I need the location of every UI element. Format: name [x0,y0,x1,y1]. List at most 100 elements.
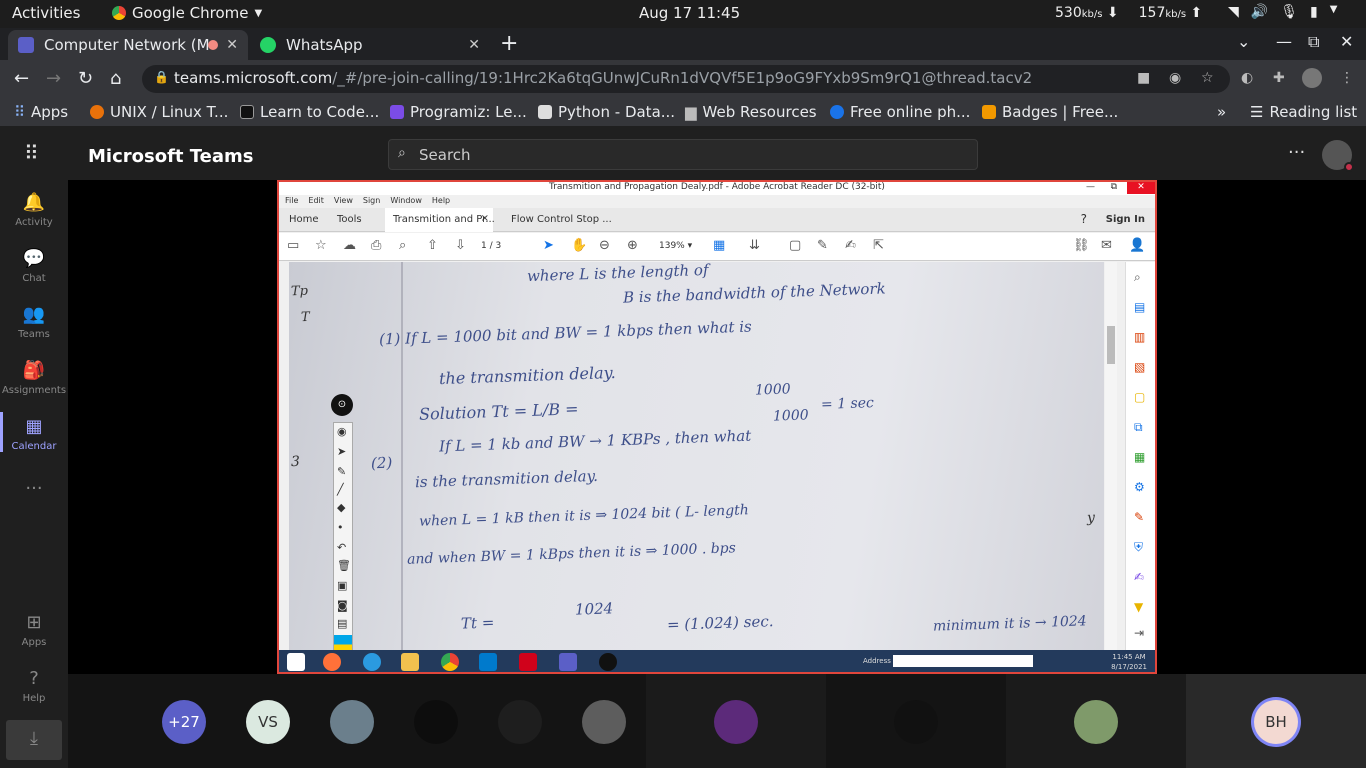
menu-icon[interactable]: ⋮ [1340,70,1354,86]
export-pdf-icon[interactable]: ▧ [1134,360,1145,374]
profile-avatar[interactable] [1302,68,1322,88]
comment-icon[interactable]: ▢ [1134,390,1145,404]
clipboard-icon[interactable]: ▤ [337,617,347,630]
reload-icon[interactable]: ↻ [78,68,93,89]
menu-sign[interactable]: Sign [363,196,380,208]
rail-item-apps[interactable]: ⊞ Apps [0,612,68,648]
page-display-icon[interactable]: ▦ [713,238,725,253]
participant-tile[interactable] [646,674,826,768]
star-icon[interactable]: ☆ [1201,70,1214,86]
tab-home[interactable]: Home [289,214,319,225]
dot-icon[interactable]: • [337,521,344,534]
menu-help[interactable]: Help [432,196,450,208]
new-tab-button[interactable]: + [500,31,518,56]
user-avatar[interactable] [1322,140,1354,172]
firefox-icon[interactable] [323,653,341,671]
share-icon[interactable]: ⇱ [873,238,884,253]
menu-window[interactable]: Window [390,196,422,208]
restore-icon[interactable]: ⧉ [1111,182,1117,192]
page-indicator[interactable]: 1 / 3 [481,241,501,251]
next-page-icon[interactable]: ⇩ [455,238,466,253]
tab-whatsapp[interactable]: WhatsApp ✕ [250,30,490,60]
edge-icon[interactable] [363,653,381,671]
trash-icon[interactable]: 🗑 [337,559,351,572]
system-tray[interactable]: ◥ 🔊 🎙 ▮ ▼ [1228,4,1337,20]
line-icon[interactable]: ╱ [337,483,344,496]
rail-item-activity[interactable]: 🔔 Activity [0,192,68,228]
find-icon[interactable]: ⌕ [399,238,406,253]
restore-icon[interactable]: ⧉ [1308,32,1319,52]
close-window-icon[interactable]: ✕ [1340,32,1353,51]
participant-tile[interactable] [478,674,562,768]
organize-icon[interactable]: ▥ [1134,330,1145,344]
edit-pdf-icon[interactable]: ▦ [1134,450,1145,464]
undo-icon[interactable]: ↶ [337,541,346,554]
app-menu[interactable]: Google Chrome ▼ [112,4,262,22]
back-icon[interactable]: ← [14,68,29,89]
scan-icon[interactable]: ⚙ [1134,480,1145,494]
tab-tools[interactable]: Tools [337,214,362,225]
puzzle-icon[interactable]: ✚ [1273,70,1285,86]
rail-item-assignments[interactable]: 🎒 Assignments [0,360,68,396]
rail-item-calendar[interactable]: ▦ Calendar [0,412,68,452]
more-options-icon[interactable]: ··· [1288,142,1305,163]
participant-tile[interactable] [1006,674,1186,768]
fill-sign-icon[interactable]: ✎ [1134,510,1144,524]
participant-tile[interactable] [394,674,478,768]
bookmark-item[interactable]: Badges | Free... [982,103,1118,121]
participant-tile[interactable]: BH [1186,674,1366,768]
forward-icon[interactable]: → [46,68,61,89]
add-user-icon[interactable]: 👤 [1129,238,1145,253]
bookmark-item[interactable]: Programiz: Le... [390,103,527,121]
select-cursor-icon[interactable]: ➤ [543,238,554,253]
upload-icon[interactable]: ☁ [343,238,356,253]
participant-tile[interactable] [562,674,646,768]
rail-item-teams[interactable]: 👥 Teams [0,304,68,340]
vscode-icon[interactable] [479,653,497,671]
minimize-icon[interactable]: — [1086,182,1095,192]
sign-icon[interactable]: ✍ [845,238,856,253]
menu-view[interactable]: View [334,196,353,208]
participant-tile[interactable]: VS [226,674,310,768]
tab-flow-control-pdf[interactable]: Flow Control Stop ... [511,214,612,225]
participant-tile[interactable] [310,674,394,768]
close-tab-icon[interactable]: × [481,213,489,224]
create-pdf-icon[interactable]: ▤ [1134,300,1145,314]
print-icon[interactable]: ⎙ [371,238,381,253]
reading-list-button[interactable]: ☰ Reading list [1250,103,1357,121]
combine-icon[interactable]: ⧉ [1134,420,1143,435]
bookmark-item[interactable]: UNIX / Linux T... [90,103,228,121]
eye-icon[interactable]: ◉ [337,425,347,438]
search-input[interactable]: ⌕ Search [388,139,978,170]
url-input[interactable]: 🔒 teams.microsoft.com/_#/pre-join-callin… [142,65,1230,93]
comment-icon[interactable]: ▢ [789,238,801,253]
protect-icon[interactable]: ⛨ [1134,540,1143,555]
activities-button[interactable]: Activities [12,4,80,22]
more-tools-icon[interactable]: ▼ [1134,600,1143,614]
scroll-mode-icon[interactable]: ⇊ [749,238,760,253]
home-icon[interactable]: ⌂ [110,68,121,89]
pdf-page[interactable]: where L is the length of B is the bandwi… [289,262,1104,650]
zoom-in-icon[interactable]: ⊕ [627,238,638,253]
menu-file[interactable]: File [285,196,298,208]
file-explorer-icon[interactable] [401,653,419,671]
eye-icon[interactable]: ◉ [1169,70,1181,86]
whiteboard-icon[interactable]: ▣ [337,579,347,592]
system-clock[interactable]: 11:45 AM 8/17/2021 [1111,652,1147,672]
collapse-pane-icon[interactable]: ⇥ [1134,626,1144,640]
help-icon[interactable]: ? [1081,212,1087,226]
extension-icon[interactable]: ◐ [1241,70,1253,86]
camera-icon[interactable]: ■ [1137,70,1150,86]
rail-item-chat[interactable]: 💬 Chat [0,248,68,284]
clock[interactable]: Aug 17 11:45 [639,4,740,22]
pen-icon[interactable]: ✎ [337,465,346,478]
tab-transmition-pdf[interactable]: Transmition and Pr... × [385,208,495,232]
sign-icon[interactable]: ✍ [1134,570,1144,584]
bookmarks-overflow-button[interactable]: » [1217,103,1226,121]
color-palette[interactable] [334,635,352,650]
zoom-select[interactable]: 139% ▾ [659,241,692,251]
camera-icon[interactable]: ◙ [337,599,348,612]
bookmark-item[interactable]: Python - Data... [538,103,675,121]
download-button[interactable]: ⤓ [6,720,62,760]
participant-tile[interactable]: +27 [142,674,226,768]
